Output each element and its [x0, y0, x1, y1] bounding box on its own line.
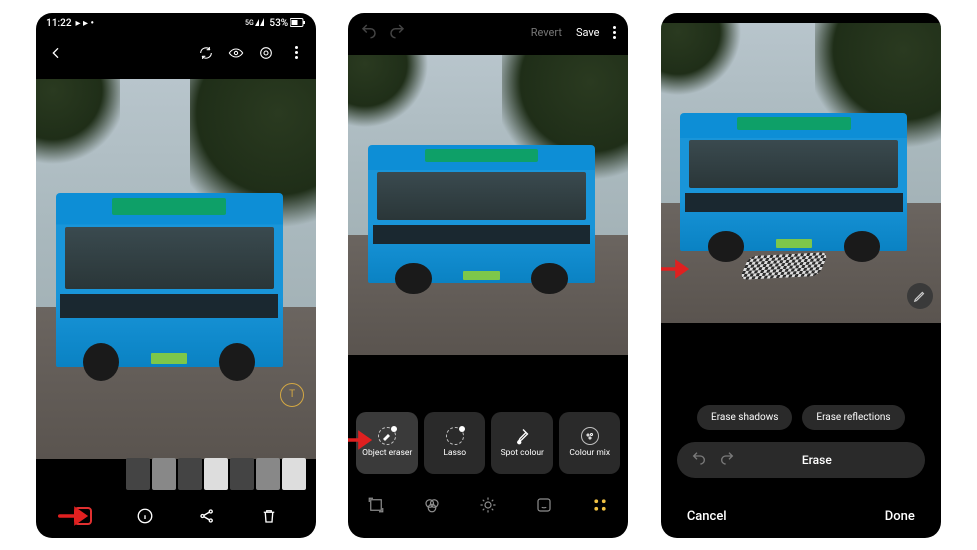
editor-top-bar: Revert Save — [348, 13, 628, 53]
vision-icon[interactable] — [258, 45, 274, 61]
svg-text:5G: 5G — [245, 19, 254, 27]
photo-canvas[interactable] — [661, 23, 941, 323]
tool-label: Object eraser — [362, 449, 412, 458]
chip-erase-reflections[interactable]: Erase reflections — [802, 405, 904, 430]
viewer-bottom-bar — [36, 494, 316, 538]
status-network: 5G — [245, 17, 267, 30]
draw-toggle-fab[interactable] — [907, 283, 933, 309]
share-icon[interactable] — [198, 507, 216, 525]
battery-icon — [290, 18, 306, 30]
filmstrip[interactable] — [126, 458, 306, 490]
back-icon[interactable] — [48, 45, 64, 61]
phone-screen-eraser: Erase shadows Erase reflections Erase Ca… — [661, 13, 941, 538]
tab-filters-icon[interactable] — [423, 496, 441, 514]
undo-icon[interactable] — [360, 22, 378, 43]
status-app-icons: ▸ ▸ • — [76, 18, 95, 29]
tab-decorate-icon[interactable] — [535, 496, 553, 514]
more-icon[interactable] — [613, 26, 616, 39]
bus-subject — [56, 193, 283, 368]
tool-spot-colour[interactable]: Spot colour — [491, 412, 553, 474]
phone-screen-editor-tools: Revert Save Object eraser Lasso Spot col… — [348, 13, 628, 538]
tool-object-eraser[interactable]: Object eraser — [356, 412, 418, 474]
tool-label: Colour mix — [569, 449, 610, 458]
erase-action-bar: Erase — [677, 442, 925, 478]
confirm-bar: Cancel Done — [661, 509, 941, 524]
done-button[interactable]: Done — [885, 509, 915, 524]
motion-photo-badge[interactable]: T — [280, 383, 304, 407]
photo-canvas[interactable]: T — [36, 79, 316, 459]
save-button[interactable]: Save — [576, 26, 600, 39]
remaster-icon[interactable] — [198, 45, 214, 61]
tool-lasso[interactable]: Lasso — [424, 412, 486, 474]
phone-screen-viewer: 11:22 ▸ ▸ • 5G 53% — [36, 13, 316, 538]
undo-icon[interactable] — [691, 450, 707, 469]
tab-adjust-icon[interactable] — [479, 496, 497, 514]
tab-more-icon[interactable] — [591, 496, 609, 514]
preview-eye-icon[interactable] — [228, 45, 244, 61]
info-icon[interactable] — [136, 507, 154, 525]
cancel-button[interactable]: Cancel — [687, 509, 727, 524]
bus-subject — [680, 113, 907, 251]
status-time: 11:22 — [46, 18, 71, 29]
editor-category-tabs — [348, 490, 628, 520]
eraser-suggestions: Erase shadows Erase reflections — [661, 405, 941, 430]
edit-icon[interactable] — [74, 507, 92, 525]
status-battery-pct: 53% — [269, 18, 288, 29]
viewer-top-bar — [36, 35, 316, 71]
tool-label: Spot colour — [501, 449, 544, 458]
more-icon[interactable] — [288, 45, 304, 61]
erase-button[interactable]: Erase — [749, 453, 925, 467]
tab-transform-icon[interactable] — [367, 496, 385, 514]
redo-icon[interactable] — [388, 22, 406, 43]
tools-row: Object eraser Lasso Spot colour Colour m… — [356, 412, 620, 474]
tool-label: Lasso — [443, 449, 466, 458]
bus-subject — [368, 145, 595, 283]
chip-erase-shadows[interactable]: Erase shadows — [697, 405, 792, 430]
revert-button[interactable]: Revert — [531, 26, 562, 39]
status-bar: 11:22 ▸ ▸ • 5G 53% — [36, 13, 316, 35]
delete-icon[interactable] — [260, 507, 278, 525]
tool-colour-mix[interactable]: Colour mix — [559, 412, 621, 474]
photo-canvas[interactable] — [348, 55, 628, 355]
redo-icon[interactable] — [719, 450, 735, 469]
